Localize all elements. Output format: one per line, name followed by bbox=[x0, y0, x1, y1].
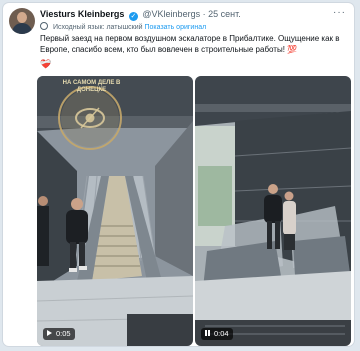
more-options-icon[interactable]: ··· bbox=[333, 7, 346, 18]
video-left[interactable]: НА САМОМ ДЕЛЕ В ДОНЕЦКЕ 0:05 bbox=[37, 76, 193, 346]
watermark-text: НА САМОМ ДЕЛЕ В ДОНЕЦКЕ bbox=[62, 80, 121, 93]
author-name[interactable]: Viesturs Kleinbergs bbox=[40, 9, 124, 19]
verified-icon: ✓ bbox=[128, 12, 138, 21]
separator: · bbox=[202, 9, 206, 19]
post-card: Viesturs Kleinbergs ✓ @VKleinbergs · 25 … bbox=[3, 3, 354, 346]
heart-emoji: ❤️‍🩹 bbox=[40, 59, 52, 69]
video-timestamp-right[interactable]: 0:04 bbox=[201, 328, 233, 340]
translation-note: Исходный язык: латышский bbox=[52, 24, 143, 31]
escalator-scene-left bbox=[37, 76, 193, 346]
post-header: Viesturs Kleinbergs ✓ @VKleinbergs · 25 … bbox=[40, 9, 241, 21]
show-original-link[interactable]: Показать оригинал bbox=[144, 24, 206, 31]
video-timestamp-left[interactable]: 0:05 bbox=[43, 328, 75, 340]
translation-row: Исходный язык: латышский Показать оригин… bbox=[40, 22, 206, 31]
avatar[interactable] bbox=[9, 8, 35, 34]
author-handle[interactable]: @VKleinbergs bbox=[142, 9, 200, 19]
pause-icon bbox=[205, 330, 210, 336]
video-right[interactable]: 0:04 bbox=[195, 76, 351, 346]
post-text: Первый заезд на первом воздушном эскалат… bbox=[40, 34, 340, 54]
globe-icon bbox=[40, 22, 48, 30]
play-icon bbox=[47, 330, 52, 336]
escalator-scene-right bbox=[195, 76, 351, 346]
post-date[interactable]: 25 сент. bbox=[208, 9, 241, 19]
